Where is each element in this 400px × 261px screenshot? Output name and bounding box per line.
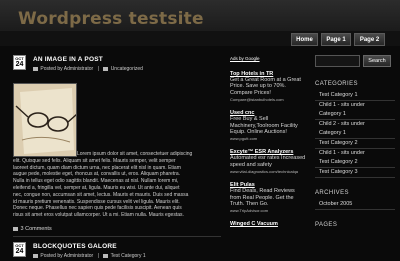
ads-column: Ads by Google Top Hotels in TR Get a Gre… bbox=[230, 56, 306, 235]
category-link[interactable]: Category 1 bbox=[315, 129, 395, 139]
ad-item[interactable]: Used cnc Free Buy & Sell Machinery,Toolr… bbox=[230, 110, 306, 141]
category-link[interactable]: Test Category 3 bbox=[315, 168, 395, 178]
post-date-badge: OCT 24 bbox=[13, 242, 26, 257]
post-category[interactable]: Uncategorized bbox=[111, 66, 143, 72]
folder-icon bbox=[103, 253, 109, 258]
nav-tab-page-2[interactable]: Page 2 bbox=[354, 33, 385, 46]
meta-separator: | bbox=[97, 253, 99, 259]
ad-text: Find Deals, Read Reviews from Real Peopl… bbox=[230, 188, 295, 208]
pages-heading: PAGES bbox=[315, 222, 338, 228]
ad-url[interactable]: www.pgutt.com bbox=[230, 136, 306, 141]
post-body-line: risus sit amet eros volutpat ullamcorper… bbox=[13, 212, 184, 219]
post-an-image: OCT 24 AN IMAGE IN A POST Posted by Admi… bbox=[13, 55, 221, 235]
category-link[interactable]: Category 1 bbox=[315, 110, 395, 120]
post-body-line: Lorem ipsum dolor sit amet, consectetuer… bbox=[77, 151, 193, 157]
ad-text: Free Buy & Sell Machinery,Toolroom Facil… bbox=[230, 116, 298, 136]
category-link[interactable]: Child 1 - sits under bbox=[315, 149, 395, 158]
nav-tab-page-1[interactable]: Page 1 bbox=[321, 33, 351, 46]
ad-url[interactable]: Compare@istanbulhotels.com bbox=[230, 97, 306, 102]
comments-link[interactable]: 3 Comments bbox=[21, 226, 52, 232]
post-author: Posted by Administrator bbox=[40, 253, 94, 259]
ad-text: Get a Great Room at a Great Price. Save … bbox=[230, 77, 301, 96]
post-body-line: laoreet dictum, quam diam dictum urna, n… bbox=[13, 164, 181, 171]
ad-title[interactable]: Winged C Vacuum bbox=[230, 221, 306, 227]
category-link[interactable]: Test Category 1 bbox=[315, 91, 395, 101]
categories-heading: CATEGORIES bbox=[315, 81, 358, 87]
ad-text: Automated esr rates Increased speed and … bbox=[230, 155, 306, 168]
ad-item[interactable]: Winged C Vacuum bbox=[230, 221, 306, 227]
nav-tab-home[interactable]: Home bbox=[291, 33, 318, 46]
post-body-line: elit. Quisque sed felis. Aliquam sit ame… bbox=[13, 157, 176, 164]
post-body-line: Nulla in tellus eget odio sagittis bland… bbox=[13, 178, 179, 185]
post-category[interactable]: Test Category 1 bbox=[111, 253, 146, 259]
post-date-badge: OCT 24 bbox=[13, 55, 26, 70]
sidebar: Search CATEGORIES Test Category 1 Child … bbox=[315, 55, 395, 232]
user-icon bbox=[33, 66, 38, 71]
post-title[interactable]: AN IMAGE IN A POST bbox=[33, 56, 103, 63]
meta-separator: | bbox=[97, 66, 99, 72]
folder-icon bbox=[103, 66, 109, 71]
post-date-day: 24 bbox=[15, 61, 24, 68]
ad-item[interactable]: Elit Pulas Find Deals, Read Reviews from… bbox=[230, 182, 306, 213]
ad-item[interactable]: Excyte™ ESR Analyzers Automated esr rate… bbox=[230, 149, 306, 174]
search-button[interactable]: Search bbox=[363, 55, 391, 67]
search-form: Search bbox=[315, 55, 395, 69]
post-body: Lorem ipsum dolor sit amet, consectetuer… bbox=[13, 151, 221, 219]
post-body-line: nec, congue non, accumsan sit amet, lect… bbox=[13, 191, 189, 198]
category-link[interactable]: Test Category 2 bbox=[315, 158, 395, 168]
comment-icon bbox=[13, 226, 18, 231]
archives-heading: ARCHIVES bbox=[315, 190, 349, 196]
post-meta: Posted by Administrator | Uncategorized bbox=[33, 66, 143, 72]
post-comments[interactable]: 3 Comments bbox=[13, 226, 52, 232]
user-icon bbox=[33, 253, 38, 258]
post-date-day: 24 bbox=[15, 248, 24, 255]
post-blockquotes: OCT 24 BLOCKQUOTES GALORE Posted by Admi… bbox=[13, 242, 221, 261]
post-body-line: id mauris pretium venenatis. Suspendisse… bbox=[13, 198, 180, 205]
site-title[interactable]: Wordpress testsite bbox=[18, 9, 204, 29]
category-link[interactable]: Test Category 2 bbox=[315, 139, 395, 149]
category-link[interactable]: Child 1 - sits under bbox=[315, 101, 395, 110]
post-body-line: eleifend a, fringilla vel, semper at, li… bbox=[13, 184, 180, 191]
glasses-illustration bbox=[14, 84, 76, 156]
post-body-line: Donec neque. Phasellus nec sapien quis p… bbox=[13, 205, 182, 212]
glasses-photo bbox=[13, 83, 77, 157]
ads-by-google-link[interactable]: Ads by Google bbox=[230, 56, 306, 61]
post-meta: Posted by Administrator | Test Category … bbox=[33, 253, 146, 259]
post-divider bbox=[13, 236, 221, 237]
post-body-line: augue pede, molestie eget, rhoncus at, c… bbox=[13, 171, 181, 178]
search-input[interactable] bbox=[315, 55, 360, 67]
category-link[interactable]: Child 2 - sits under bbox=[315, 120, 395, 129]
post-author: Posted by Administrator bbox=[40, 66, 94, 72]
ad-item[interactable]: Top Hotels in TR Get a Great Room at a G… bbox=[230, 71, 306, 102]
post-title[interactable]: BLOCKQUOTES GALORE bbox=[33, 243, 117, 250]
ad-url[interactable]: www.vital-diagnostics.com/technicalqa bbox=[230, 169, 306, 174]
archive-link[interactable]: October 2005 bbox=[315, 200, 395, 210]
ad-url[interactable]: www.TripAdvisor.com bbox=[230, 208, 306, 213]
